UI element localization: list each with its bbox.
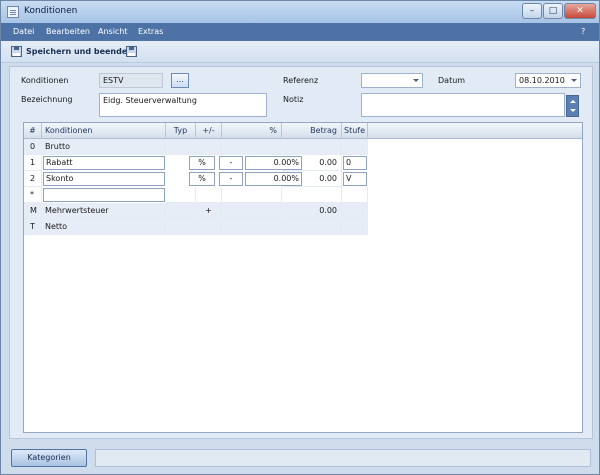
rabatt-betrag: 0.00 [282,155,342,171]
skonto-sign-input[interactable]: - [219,172,243,186]
row-name: Brutto [42,139,166,155]
row-stufe [342,203,368,219]
row-percent [222,187,282,203]
app-icon [7,6,19,18]
row-typ [166,203,196,219]
row-stufe [342,187,368,203]
kategorien-button[interactable]: Kategorien [11,449,87,467]
datum-value: 08.10.2010 [519,76,565,85]
rabatt-typ-input[interactable]: % [189,156,215,170]
skonto-stufe-input[interactable]: V [343,172,367,186]
row-stufe [342,139,368,155]
table-row[interactable]: 2 Skonto % - 0.00% 0.00 V [24,171,368,187]
maximize-button[interactable]: □ [543,3,563,19]
status-field [95,449,591,467]
table-row[interactable]: 0 Brutto [24,139,368,155]
row-number: 0 [24,139,42,155]
row-number: M [24,203,42,219]
row-betrag [282,219,342,235]
row-sign [196,187,222,203]
row-stufe [342,219,368,235]
maximize-icon: □ [548,6,558,16]
row-percent [222,139,282,155]
row-number: T [24,219,42,235]
row-number: 1 [24,155,42,171]
skonto-input[interactable]: Skonto [43,172,165,186]
row-typ [166,139,196,155]
chevron-down-icon [413,79,419,82]
title-bar: Konditionen – □ ✕ [1,1,599,23]
row-percent [222,203,282,219]
close-button[interactable]: ✕ [564,3,596,19]
minimize-button[interactable]: – [522,3,542,19]
window-title: Konditionen [24,6,78,16]
col-number[interactable]: # [24,123,42,139]
notiz-label: Notiz [283,95,304,104]
col-sign[interactable]: +/- [196,123,222,139]
notiz-scroll-button[interactable] [566,95,579,117]
chevron-down-icon [571,79,577,82]
konditionen-window: Konditionen – □ ✕ Datei Bearbeiten Ansic… [0,0,600,475]
row-typ [166,219,196,235]
konditionen-field[interactable]: ESTV [99,73,163,88]
bezeichnung-label: Bezeichnung [21,95,73,104]
menu-extras[interactable]: Extras [138,27,163,36]
row-number: 2 [24,171,42,187]
menu-bearbeiten[interactable]: Bearbeiten [46,27,90,36]
row-typ [166,187,196,203]
skonto-typ-input[interactable]: % [189,172,215,186]
toolbar: Speichern und beenden [1,41,599,63]
row-sign: + [196,203,222,219]
skonto-betrag: 0.00 [282,171,342,187]
new-row[interactable]: * [24,187,368,203]
datum-label: Datum [438,76,466,85]
konditionen-grid: # Konditionen Typ +/- % Betrag Stufe 0 B… [23,122,583,433]
referenz-dropdown[interactable] [361,73,423,88]
grid-header: # Konditionen Typ +/- % Betrag Stufe [24,123,582,139]
bezeichnung-field[interactable]: Eidg. Steuerverwaltung [99,93,267,117]
minimize-icon: – [529,6,535,16]
notiz-field[interactable] [361,93,565,117]
referenz-label: Referenz [283,76,319,85]
row-percent [222,219,282,235]
table-row[interactable]: M Mehrwertsteuer + 0.00 [24,203,368,219]
col-percent[interactable]: % [222,123,282,139]
menu-ansicht[interactable]: Ansicht [98,27,128,36]
save-icon[interactable] [126,46,137,57]
table-row[interactable]: T Netto [24,219,368,235]
rabatt-stufe-input[interactable]: 0 [343,156,367,170]
row-name: Mehrwertsteuer [42,203,166,219]
rabatt-input[interactable]: Rabatt [43,156,165,170]
col-stufe[interactable]: Stufe [342,123,368,139]
bottom-bar: Kategorien [1,444,599,474]
new-kondition-input[interactable] [43,188,165,202]
col-betrag[interactable]: Betrag [282,123,342,139]
col-konditionen[interactable]: Konditionen [42,123,166,139]
konditionen-label: Konditionen [21,76,69,85]
row-betrag: 0.00 [282,203,342,219]
save-close-icon[interactable] [11,46,22,57]
row-betrag [282,139,342,155]
menu-datei[interactable]: Datei [13,27,34,36]
table-row[interactable]: 1 Rabatt % - 0.00% 0.00 0 [24,155,368,171]
row-name: Netto [42,219,166,235]
row-sign [196,219,222,235]
datum-dropdown[interactable]: 08.10.2010 [515,73,581,88]
help-menu[interactable]: ? [581,27,585,36]
ellipsis-button[interactable]: ... [171,73,189,88]
close-icon: ✕ [576,6,584,16]
new-row-marker: * [24,187,42,203]
save-and-close-button[interactable]: Speichern und beenden [26,47,133,56]
row-sign [196,139,222,155]
rabatt-sign-input[interactable]: - [219,156,243,170]
row-betrag [282,187,342,203]
col-typ[interactable]: Typ [166,123,196,139]
menu-bar: Datei Bearbeiten Ansicht Extras ? [1,23,599,41]
